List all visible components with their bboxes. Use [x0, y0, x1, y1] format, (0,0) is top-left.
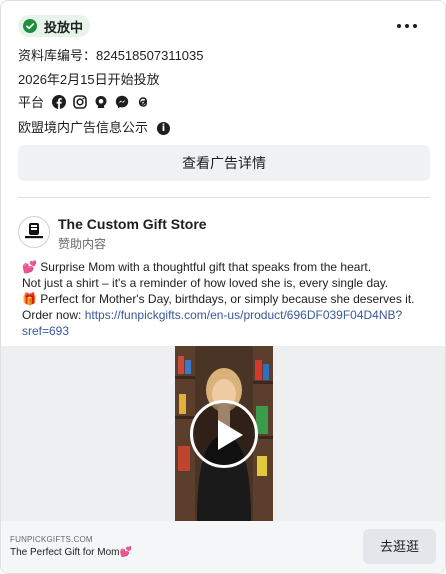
eu-transparency-row: 欧盟境内广告信息公示 i — [18, 117, 171, 136]
shop-now-button[interactable]: 去逛逛 — [363, 529, 436, 564]
messenger-icon — [115, 95, 129, 108]
advertiser-avatar[interactable] — [18, 216, 50, 248]
info-icon[interactable]: i — [157, 122, 171, 136]
link-title: The Perfect Gift for Mom💕 — [10, 547, 132, 558]
status-row: 投放中 — [18, 15, 91, 37]
platforms-row: 平台 — [18, 92, 157, 111]
instagram-icon — [73, 94, 87, 109]
threads-icon — [138, 96, 148, 107]
order-prefix: Order now: — [22, 308, 85, 322]
ad-body: 💕 Surprise Mom with a thoughtful gift th… — [22, 259, 422, 339]
status-badge: 投放中 — [18, 15, 91, 37]
more-options-icon[interactable] — [397, 18, 417, 34]
ad-body-order-line: Order now: https://funpickgifts.com/en-u… — [22, 307, 422, 339]
sponsored-label: 赞助内容 — [58, 237, 107, 251]
start-date: 2026年2月15日开始投放 — [18, 72, 160, 87]
check-circle-icon — [23, 19, 37, 33]
ad-body-line: 🎁 Perfect for Mother's Day, birthdays, o… — [22, 292, 415, 306]
divider — [18, 197, 430, 198]
link-domain: FUNPICKGIFTS.COM — [10, 535, 93, 544]
ad-body-line: Not just a shirt – it's a reminder of ho… — [22, 276, 389, 290]
view-ad-details-button[interactable]: 查看广告详情 — [18, 145, 430, 181]
advertiser-name[interactable]: The Custom Gift Store — [58, 216, 207, 232]
platforms-label: 平台 — [18, 95, 45, 110]
link-preview[interactable]: FUNPICKGIFTS.COM The Perfect Gift for Mo… — [1, 521, 445, 573]
ad-body-line: 💕 Surprise Mom with a thoughtful gift th… — [22, 260, 372, 274]
status-label: 投放中 — [44, 19, 84, 35]
facebook-icon — [52, 94, 67, 109]
ad-card: 投放中 资料库编号：824518507311035 2026年2月15日开始投放… — [0, 0, 446, 574]
brand-logo-icon — [25, 223, 43, 239]
eu-transparency-label: 欧盟境内广告信息公示 — [18, 120, 149, 135]
play-button[interactable] — [190, 400, 258, 468]
play-icon — [218, 420, 243, 450]
library-id: 资料库编号：824518507311035 — [18, 48, 204, 63]
audience-network-icon — [95, 95, 107, 108]
